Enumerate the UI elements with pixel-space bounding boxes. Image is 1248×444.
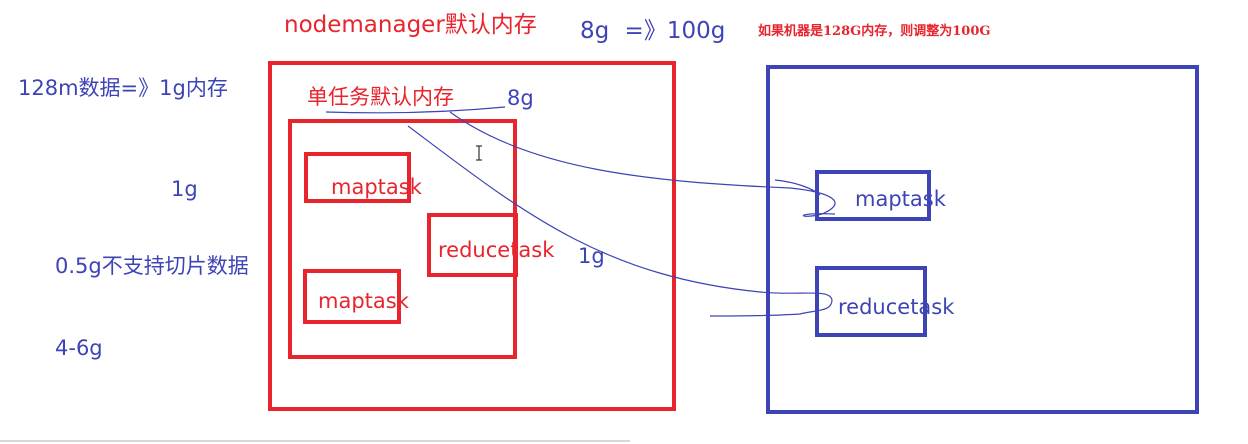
underline-stroke — [325, 106, 506, 114]
text-cursor-icon — [476, 145, 482, 161]
arrow-curve-reducetask — [407, 125, 833, 317]
arrow-curve-maptask — [449, 111, 836, 217]
hand-drawn-strokes — [0, 106, 836, 442]
